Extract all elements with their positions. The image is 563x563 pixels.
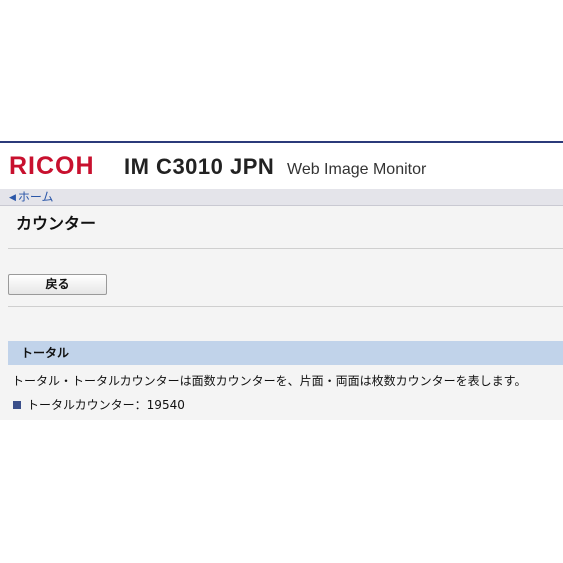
left-triangle-icon: ◀: [9, 193, 16, 203]
breadcrumb: ◀ ホーム: [0, 189, 563, 206]
counter-label: トータルカウンター: [27, 398, 135, 412]
back-button[interactable]: 戻る: [8, 274, 107, 295]
toolbar-divider: [8, 306, 563, 307]
web-image-monitor-page: RICOH IM C3010 JPN Web Image Monitor ◀ ホー…: [0, 0, 563, 563]
square-bullet-icon: [13, 401, 21, 409]
title-divider: [8, 248, 563, 249]
brand-logo: RICOH: [9, 152, 95, 180]
counter-separator: ：: [134, 398, 147, 412]
section-header: トータル: [8, 341, 563, 365]
home-link-label: ホーム: [17, 190, 54, 204]
page-title: カウンター: [16, 214, 97, 233]
counter-value: 19540: [146, 398, 185, 412]
home-link[interactable]: ◀ ホーム: [9, 190, 54, 205]
main-content: カウンター 戻る トータル トータル・トータルカウンターは面数カウンターを、片面…: [0, 206, 563, 420]
section-description: トータル・トータルカウンターは面数カウンターを、片面・両面は枚数カウンターを表し…: [12, 374, 527, 388]
total-counter-row: トータルカウンター：19540: [13, 397, 185, 413]
device-model: IM C3010 JPN: [124, 154, 275, 179]
section-title: トータル: [21, 346, 70, 360]
product-name: Web Image Monitor: [287, 161, 427, 178]
header: RICOH IM C3010 JPN Web Image Monitor: [0, 143, 563, 189]
